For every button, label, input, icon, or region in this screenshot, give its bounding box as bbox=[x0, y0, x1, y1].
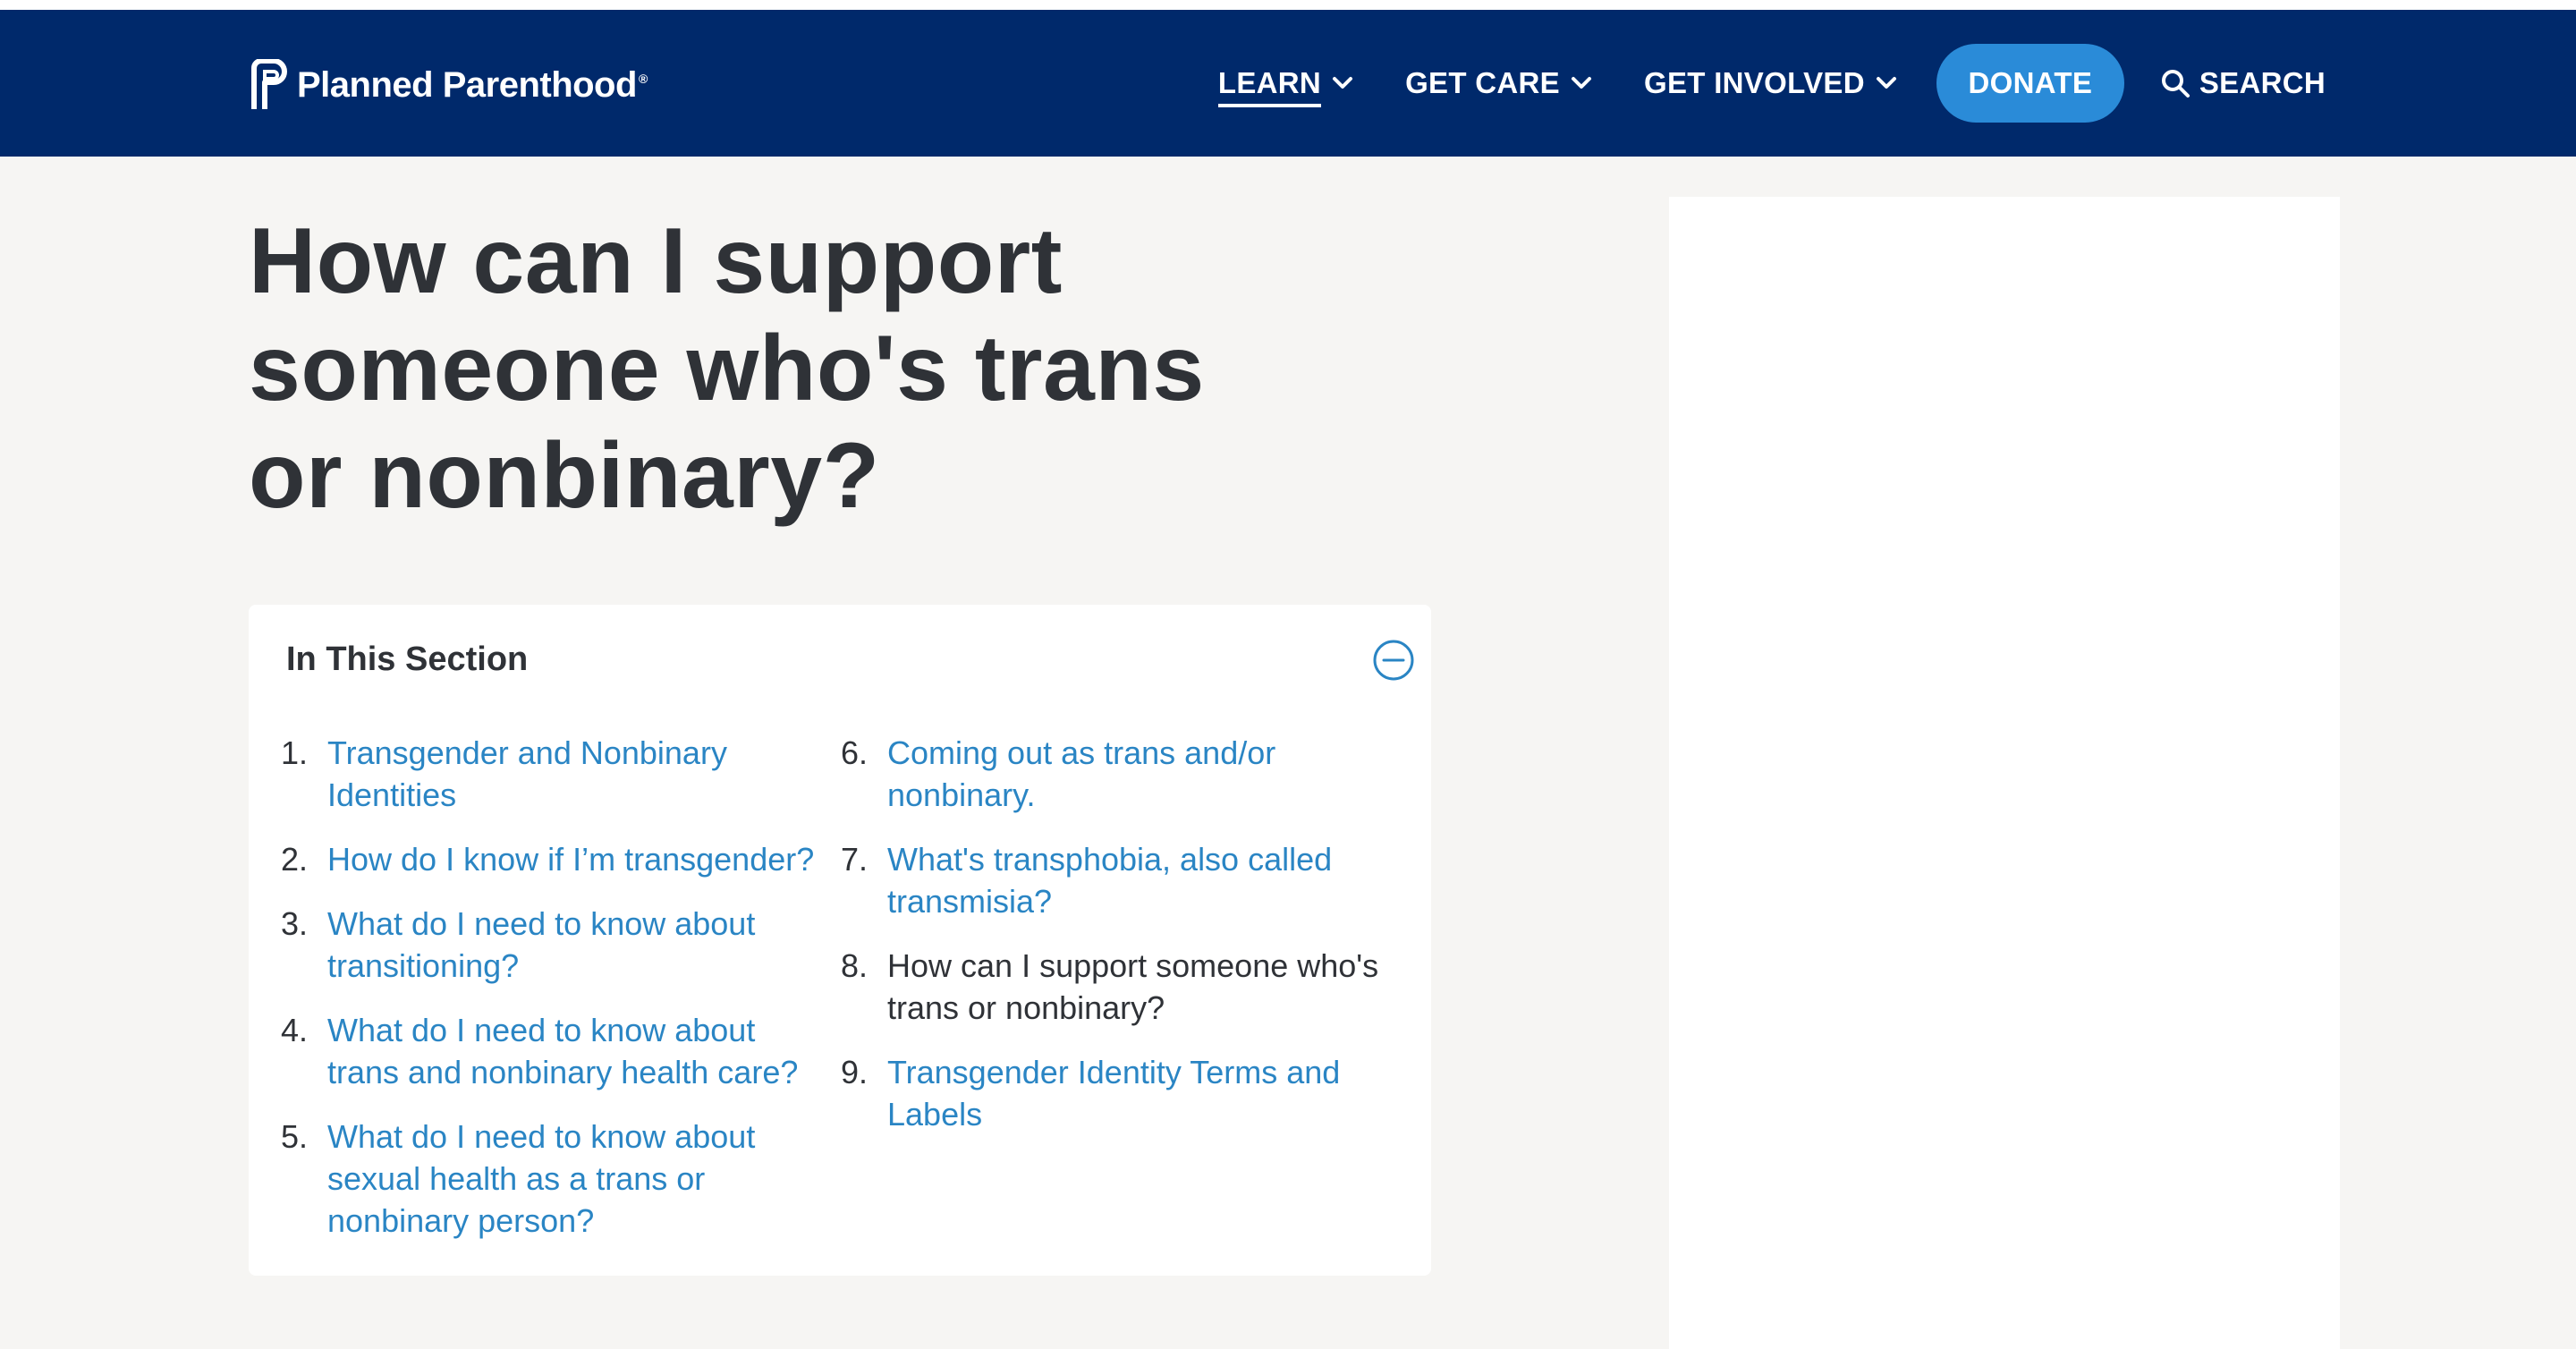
list-item: 8. How can I support someone who's trans … bbox=[841, 945, 1413, 1029]
page-title: How can I support someone who's trans or… bbox=[249, 209, 1205, 528]
list-item: 6. Coming out as trans and/or nonbinary. bbox=[841, 732, 1413, 816]
collapse-button[interactable] bbox=[1372, 639, 1415, 682]
sidebar-panel bbox=[1669, 197, 2340, 1349]
list-item: 2. How do I know if I’m transgender? bbox=[281, 838, 818, 880]
list-number: 4. bbox=[281, 1012, 309, 1048]
list-number: 6. bbox=[841, 734, 869, 771]
search-label: SEARCH bbox=[2199, 66, 2326, 99]
main-nav: LEARN GET CARE GET INVOLVED DONATE SEARC… bbox=[1217, 10, 2326, 157]
nav-get-involved[interactable]: GET INVOLVED bbox=[1644, 66, 1897, 100]
chevron-down-icon bbox=[1333, 77, 1353, 89]
list-number: 7. bbox=[841, 841, 869, 878]
planned-parenthood-logo-icon bbox=[251, 59, 287, 109]
list-item: 3. What do I need to know about transitio… bbox=[281, 903, 818, 987]
section-list-right: 6. Coming out as trans and/or nonbinary. … bbox=[841, 732, 1413, 1158]
section-link[interactable]: Transgender Identity Terms and Labels bbox=[887, 1051, 1413, 1135]
list-number: 5. bbox=[281, 1118, 309, 1155]
section-link[interactable]: Transgender and Nonbinary Identities bbox=[327, 732, 818, 816]
section-list-left: 1. Transgender and Nonbinary Identities 2… bbox=[281, 732, 818, 1264]
chevron-down-icon bbox=[1571, 77, 1591, 89]
section-link[interactable]: What do I need to know about trans and n… bbox=[327, 1009, 818, 1093]
list-item: 9. Transgender Identity Terms and Labels bbox=[841, 1051, 1413, 1135]
nav-get-involved-label: GET INVOLVED bbox=[1643, 66, 1865, 99]
list-number: 9. bbox=[841, 1054, 869, 1090]
top-strip bbox=[0, 0, 2576, 10]
donate-button[interactable]: DONATE bbox=[1936, 44, 2124, 123]
section-link[interactable]: What do I need to know about transitioni… bbox=[327, 903, 818, 987]
list-item: 5. What do I need to know about sexual he… bbox=[281, 1116, 818, 1242]
search-icon bbox=[2161, 70, 2190, 98]
section-link[interactable]: Coming out as trans and/or nonbinary. bbox=[887, 732, 1413, 816]
section-link[interactable]: What's transphobia, also called transmis… bbox=[887, 838, 1413, 922]
in-this-section-box: In This Section 1. Transgender and Nonbin… bbox=[249, 605, 1431, 1276]
nav-get-care[interactable]: GET CARE bbox=[1405, 66, 1592, 100]
list-number: 1. bbox=[281, 734, 309, 771]
chevron-down-icon bbox=[1876, 77, 1896, 89]
logo-link[interactable]: Planned Parenthood ® bbox=[249, 58, 648, 112]
minus-circle-icon bbox=[1373, 640, 1414, 681]
list-item: 1. Transgender and Nonbinary Identities bbox=[281, 732, 818, 816]
section-link[interactable]: What do I need to know about sexual heal… bbox=[327, 1116, 818, 1242]
nav-learn[interactable]: LEARN bbox=[1217, 59, 1353, 107]
list-number: 3. bbox=[281, 905, 309, 942]
list-number: 2. bbox=[281, 841, 309, 878]
nav-learn-label: LEARN bbox=[1217, 66, 1322, 107]
registered-mark: ® bbox=[638, 72, 648, 87]
logo-text: Planned Parenthood ® bbox=[297, 64, 648, 105]
list-item: 7. What's transphobia, also called transm… bbox=[841, 838, 1413, 922]
list-number: 8. bbox=[841, 947, 869, 984]
nav-get-care-label: GET CARE bbox=[1405, 66, 1560, 99]
section-heading: In This Section bbox=[286, 641, 529, 678]
search-button[interactable]: SEARCH bbox=[2160, 66, 2326, 100]
current-page-item: How can I support someone who's trans or… bbox=[887, 947, 1379, 1026]
section-link[interactable]: How do I know if I’m transgender? bbox=[327, 838, 814, 880]
list-item: 4. What do I need to know about trans and… bbox=[281, 1009, 818, 1093]
